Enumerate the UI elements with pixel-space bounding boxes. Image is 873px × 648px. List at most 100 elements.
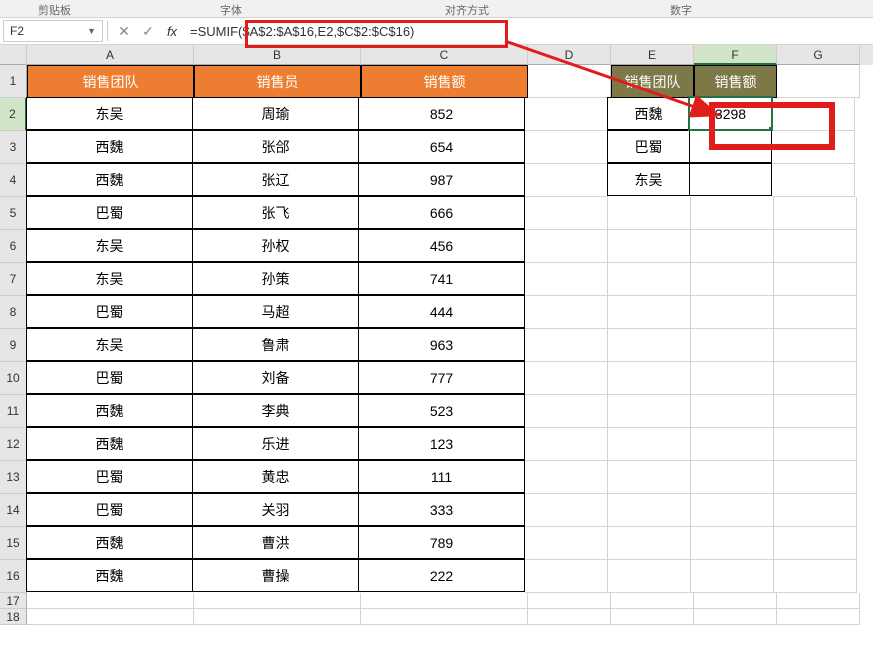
cell-D8[interactable] <box>525 296 608 329</box>
cell-A6[interactable]: 东吴 <box>26 229 193 262</box>
cancel-formula-button[interactable]: ✕ <box>112 19 136 43</box>
cell-G15[interactable] <box>774 527 857 560</box>
cell-F4[interactable] <box>689 163 772 196</box>
cell-F7[interactable] <box>691 263 774 296</box>
cell-F15[interactable] <box>691 527 774 560</box>
row-header-15[interactable]: 15 <box>0 527 27 560</box>
cell-B8[interactable]: 马超 <box>192 295 359 328</box>
cell-G14[interactable] <box>774 494 857 527</box>
cell-E13[interactable] <box>608 461 691 494</box>
cell-G18[interactable] <box>777 609 860 625</box>
cell-C17[interactable] <box>361 593 528 609</box>
row-header-16[interactable]: 16 <box>0 560 27 593</box>
cell-B9[interactable]: 鲁肃 <box>192 328 359 361</box>
cell-A18[interactable] <box>27 609 194 625</box>
cell-G9[interactable] <box>774 329 857 362</box>
cell-C15[interactable]: 789 <box>358 526 525 559</box>
cell-E14[interactable] <box>608 494 691 527</box>
fill-handle[interactable] <box>768 126 772 130</box>
cell-C13[interactable]: 111 <box>358 460 525 493</box>
cell-E9[interactable] <box>608 329 691 362</box>
row-header-12[interactable]: 12 <box>0 428 27 461</box>
cell-E6[interactable] <box>608 230 691 263</box>
name-box[interactable]: F2 ▼ <box>3 20 103 42</box>
cell-A10[interactable]: 巴蜀 <box>26 361 193 394</box>
cell-C11[interactable]: 523 <box>358 394 525 427</box>
cell-F12[interactable] <box>691 428 774 461</box>
row-header-18[interactable]: 18 <box>0 609 27 625</box>
cell-C6[interactable]: 456 <box>358 229 525 262</box>
cell-E1[interactable]: 销售团队 <box>611 65 694 98</box>
cell-G12[interactable] <box>774 428 857 461</box>
cell-D9[interactable] <box>525 329 608 362</box>
cell-C3[interactable]: 654 <box>358 130 525 163</box>
insert-function-button[interactable]: fx <box>160 19 184 43</box>
cell-F6[interactable] <box>691 230 774 263</box>
cell-G7[interactable] <box>774 263 857 296</box>
row-header-13[interactable]: 13 <box>0 461 27 494</box>
col-header-B[interactable]: B <box>194 45 361 65</box>
cell-E15[interactable] <box>608 527 691 560</box>
cell-E11[interactable] <box>608 395 691 428</box>
cell-G1[interactable] <box>777 65 860 98</box>
cell-C7[interactable]: 741 <box>358 262 525 295</box>
cell-B4[interactable]: 张辽 <box>192 163 359 196</box>
cell-D17[interactable] <box>528 593 611 609</box>
col-header-C[interactable]: C <box>361 45 528 65</box>
cell-A9[interactable]: 东吴 <box>26 328 193 361</box>
cell-D11[interactable] <box>525 395 608 428</box>
col-header-G[interactable]: G <box>777 45 860 65</box>
cell-F9[interactable] <box>691 329 774 362</box>
col-header-A[interactable]: A <box>27 45 194 65</box>
cell-B13[interactable]: 黄忠 <box>192 460 359 493</box>
cell-E4[interactable]: 东吴 <box>607 163 690 196</box>
cell-D6[interactable] <box>525 230 608 263</box>
cell-G3[interactable] <box>772 131 855 164</box>
cell-A15[interactable]: 西魏 <box>26 526 193 559</box>
cell-B3[interactable]: 张郃 <box>192 130 359 163</box>
cell-C9[interactable]: 963 <box>358 328 525 361</box>
cell-B14[interactable]: 关羽 <box>192 493 359 526</box>
cell-A12[interactable]: 西魏 <box>26 427 193 460</box>
cell-F5[interactable] <box>691 197 774 230</box>
cell-E7[interactable] <box>608 263 691 296</box>
cell-E10[interactable] <box>608 362 691 395</box>
cell-F1[interactable]: 销售额 <box>694 65 777 98</box>
cell-G6[interactable] <box>774 230 857 263</box>
cell-D2[interactable] <box>525 98 608 131</box>
cell-B2[interactable]: 周瑜 <box>192 97 359 130</box>
cell-C12[interactable]: 123 <box>358 427 525 460</box>
cell-C5[interactable]: 666 <box>358 196 525 229</box>
formula-input[interactable]: =SUMIF($A$2:$A$16,E2,$C$2:$C$16) <box>184 20 873 42</box>
row-header-3[interactable]: 3 <box>0 131 27 164</box>
spreadsheet-grid[interactable]: A B C D E F G 1 销售团队 销售员 销售额 销售团队 销售额 2 … <box>0 45 873 625</box>
cell-E16[interactable] <box>608 560 691 593</box>
cell-D13[interactable] <box>525 461 608 494</box>
col-header-D[interactable]: D <box>528 45 611 65</box>
cell-A14[interactable]: 巴蜀 <box>26 493 193 526</box>
cell-B15[interactable]: 曹洪 <box>192 526 359 559</box>
cell-E8[interactable] <box>608 296 691 329</box>
row-header-8[interactable]: 8 <box>0 296 27 329</box>
cell-A1[interactable]: 销售团队 <box>27 65 194 98</box>
cell-B1[interactable]: 销售员 <box>194 65 361 98</box>
cell-D1[interactable] <box>528 65 611 98</box>
cell-F17[interactable] <box>694 593 777 609</box>
cell-D5[interactable] <box>525 197 608 230</box>
cell-A3[interactable]: 西魏 <box>26 130 193 163</box>
cell-A5[interactable]: 巴蜀 <box>26 196 193 229</box>
cell-C18[interactable] <box>361 609 528 625</box>
row-header-17[interactable]: 17 <box>0 593 27 609</box>
cell-G2[interactable] <box>772 98 855 131</box>
row-header-6[interactable]: 6 <box>0 230 27 263</box>
cell-A8[interactable]: 巴蜀 <box>26 295 193 328</box>
cell-D12[interactable] <box>525 428 608 461</box>
row-header-9[interactable]: 9 <box>0 329 27 362</box>
cell-F8[interactable] <box>691 296 774 329</box>
cell-B17[interactable] <box>194 593 361 609</box>
cell-B7[interactable]: 孙策 <box>192 262 359 295</box>
cell-D15[interactable] <box>525 527 608 560</box>
cell-A4[interactable]: 西魏 <box>26 163 193 196</box>
cell-G8[interactable] <box>774 296 857 329</box>
cell-G11[interactable] <box>774 395 857 428</box>
